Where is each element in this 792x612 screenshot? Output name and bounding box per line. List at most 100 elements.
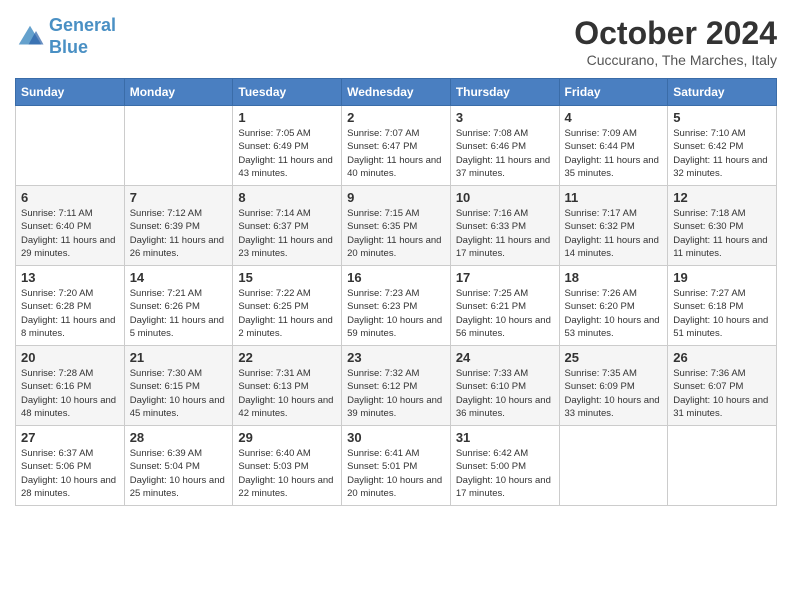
calendar-cell: 29 Sunrise: 6:40 AM Sunset: 5:03 PM Dayli…: [233, 426, 342, 506]
calendar-cell: 12Sunrise: 7:18 AM Sunset: 6:30 PM Dayli…: [668, 186, 777, 266]
calendar-cell: 25 Sunrise: 7:35 AM Sunset: 6:09 PM Dayli…: [559, 346, 668, 426]
calendar-cell: [16, 106, 125, 186]
day-number: 2: [347, 110, 445, 125]
calendar-cell: 9 Sunrise: 7:15 AM Sunset: 6:35 PM Daylig…: [342, 186, 451, 266]
day-number: 23: [347, 350, 445, 365]
day-number: 31: [456, 430, 554, 445]
day-info: Sunrise: 7:08 AM Sunset: 6:46 PM Dayligh…: [456, 127, 554, 180]
day-info: Sunrise: 7:21 AM Sunset: 6:26 PM Dayligh…: [130, 287, 228, 340]
day-number: 4: [565, 110, 663, 125]
day-info: Sunrise: 7:10 AM Sunset: 6:42 PM Dayligh…: [673, 127, 771, 180]
day-info: Sunrise: 6:42 AM Sunset: 5:00 PM Dayligh…: [456, 447, 554, 500]
calendar-cell: 11 Sunrise: 7:17 AM Sunset: 6:32 PM Dayli…: [559, 186, 668, 266]
day-number: 7: [130, 190, 228, 205]
calendar-cell: 1 Sunrise: 7:05 AM Sunset: 6:49 PM Daylig…: [233, 106, 342, 186]
month-title: October 2024: [574, 15, 777, 52]
day-number: 25: [565, 350, 663, 365]
day-info: Sunrise: 7:18 AM Sunset: 6:30 PM Dayligh…: [673, 207, 771, 260]
day-info: Sunrise: 7:33 AM Sunset: 6:10 PM Dayligh…: [456, 367, 554, 420]
column-header-saturday: Saturday: [668, 79, 777, 106]
day-number: 8: [238, 190, 336, 205]
day-number: 27: [21, 430, 119, 445]
calendar-cell: 24 Sunrise: 7:33 AM Sunset: 6:10 PM Dayli…: [450, 346, 559, 426]
calendar-cell: [559, 426, 668, 506]
calendar-cell: 14Sunrise: 7:21 AM Sunset: 6:26 PM Dayli…: [124, 266, 233, 346]
day-number: 17: [456, 270, 554, 285]
title-block: October 2024 Cuccurano, The Marches, Ita…: [574, 15, 777, 68]
day-number: 26: [673, 350, 771, 365]
day-number: 24: [456, 350, 554, 365]
day-info: Sunrise: 7:22 AM Sunset: 6:25 PM Dayligh…: [238, 287, 336, 340]
calendar-cell: 27 Sunrise: 6:37 AM Sunset: 5:06 PM Dayli…: [16, 426, 125, 506]
column-header-monday: Monday: [124, 79, 233, 106]
calendar-cell: [124, 106, 233, 186]
calendar-header: SundayMondayTuesdayWednesdayThursdayFrid…: [16, 79, 777, 106]
calendar-cell: 2 Sunrise: 7:07 AM Sunset: 6:47 PM Daylig…: [342, 106, 451, 186]
day-number: 20: [21, 350, 119, 365]
day-info: Sunrise: 7:23 AM Sunset: 6:23 PM Dayligh…: [347, 287, 445, 340]
day-number: 15: [238, 270, 336, 285]
column-header-friday: Friday: [559, 79, 668, 106]
calendar-cell: 3Sunrise: 7:08 AM Sunset: 6:46 PM Daylig…: [450, 106, 559, 186]
calendar-cell: 10 Sunrise: 7:16 AM Sunset: 6:33 PM Dayli…: [450, 186, 559, 266]
calendar-week-2: 6Sunrise: 7:11 AM Sunset: 6:40 PM Daylig…: [16, 186, 777, 266]
location-subtitle: Cuccurano, The Marches, Italy: [574, 52, 777, 68]
day-info: Sunrise: 7:26 AM Sunset: 6:20 PM Dayligh…: [565, 287, 663, 340]
day-info: Sunrise: 6:39 AM Sunset: 5:04 PM Dayligh…: [130, 447, 228, 500]
column-header-tuesday: Tuesday: [233, 79, 342, 106]
calendar-cell: 4Sunrise: 7:09 AM Sunset: 6:44 PM Daylig…: [559, 106, 668, 186]
calendar-cell: 21Sunrise: 7:30 AM Sunset: 6:15 PM Dayli…: [124, 346, 233, 426]
day-number: 30: [347, 430, 445, 445]
calendar-cell: [668, 426, 777, 506]
calendar-week-5: 27 Sunrise: 6:37 AM Sunset: 5:06 PM Dayli…: [16, 426, 777, 506]
day-number: 11: [565, 190, 663, 205]
day-info: Sunrise: 7:17 AM Sunset: 6:32 PM Dayligh…: [565, 207, 663, 260]
day-info: Sunrise: 7:25 AM Sunset: 6:21 PM Dayligh…: [456, 287, 554, 340]
header-row: SundayMondayTuesdayWednesdayThursdayFrid…: [16, 79, 777, 106]
calendar-cell: 31 Sunrise: 6:42 AM Sunset: 5:00 PM Dayli…: [450, 426, 559, 506]
day-number: 9: [347, 190, 445, 205]
logo: General Blue: [15, 15, 116, 58]
day-info: Sunrise: 7:14 AM Sunset: 6:37 PM Dayligh…: [238, 207, 336, 260]
day-info: Sunrise: 7:12 AM Sunset: 6:39 PM Dayligh…: [130, 207, 228, 260]
day-info: Sunrise: 7:31 AM Sunset: 6:13 PM Dayligh…: [238, 367, 336, 420]
day-number: 22: [238, 350, 336, 365]
day-number: 18: [565, 270, 663, 285]
day-number: 21: [130, 350, 228, 365]
day-number: 29: [238, 430, 336, 445]
calendar-cell: 20 Sunrise: 7:28 AM Sunset: 6:16 PM Dayli…: [16, 346, 125, 426]
day-info: Sunrise: 6:37 AM Sunset: 5:06 PM Dayligh…: [21, 447, 119, 500]
calendar-week-3: 13Sunrise: 7:20 AM Sunset: 6:28 PM Dayli…: [16, 266, 777, 346]
calendar-week-4: 20 Sunrise: 7:28 AM Sunset: 6:16 PM Dayli…: [16, 346, 777, 426]
calendar-cell: 7 Sunrise: 7:12 AM Sunset: 6:39 PM Daylig…: [124, 186, 233, 266]
calendar-cell: 13Sunrise: 7:20 AM Sunset: 6:28 PM Dayli…: [16, 266, 125, 346]
calendar-cell: 5Sunrise: 7:10 AM Sunset: 6:42 PM Daylig…: [668, 106, 777, 186]
calendar-cell: 19 Sunrise: 7:27 AM Sunset: 6:18 PM Dayli…: [668, 266, 777, 346]
column-header-thursday: Thursday: [450, 79, 559, 106]
calendar-cell: 22 Sunrise: 7:31 AM Sunset: 6:13 PM Dayli…: [233, 346, 342, 426]
day-info: Sunrise: 7:28 AM Sunset: 6:16 PM Dayligh…: [21, 367, 119, 420]
day-info: Sunrise: 7:15 AM Sunset: 6:35 PM Dayligh…: [347, 207, 445, 260]
day-info: Sunrise: 7:16 AM Sunset: 6:33 PM Dayligh…: [456, 207, 554, 260]
column-header-wednesday: Wednesday: [342, 79, 451, 106]
day-info: Sunrise: 7:27 AM Sunset: 6:18 PM Dayligh…: [673, 287, 771, 340]
day-info: Sunrise: 7:20 AM Sunset: 6:28 PM Dayligh…: [21, 287, 119, 340]
day-info: Sunrise: 6:41 AM Sunset: 5:01 PM Dayligh…: [347, 447, 445, 500]
day-number: 16: [347, 270, 445, 285]
day-info: Sunrise: 6:40 AM Sunset: 5:03 PM Dayligh…: [238, 447, 336, 500]
calendar-cell: 6Sunrise: 7:11 AM Sunset: 6:40 PM Daylig…: [16, 186, 125, 266]
page-header: General Blue October 2024 Cuccurano, The…: [15, 15, 777, 68]
day-info: Sunrise: 7:07 AM Sunset: 6:47 PM Dayligh…: [347, 127, 445, 180]
day-number: 10: [456, 190, 554, 205]
day-number: 19: [673, 270, 771, 285]
calendar-cell: 18 Sunrise: 7:26 AM Sunset: 6:20 PM Dayli…: [559, 266, 668, 346]
day-number: 6: [21, 190, 119, 205]
day-info: Sunrise: 7:36 AM Sunset: 6:07 PM Dayligh…: [673, 367, 771, 420]
calendar-cell: 17 Sunrise: 7:25 AM Sunset: 6:21 PM Dayli…: [450, 266, 559, 346]
calendar-cell: 16 Sunrise: 7:23 AM Sunset: 6:23 PM Dayli…: [342, 266, 451, 346]
day-info: Sunrise: 7:05 AM Sunset: 6:49 PM Dayligh…: [238, 127, 336, 180]
day-number: 1: [238, 110, 336, 125]
calendar-week-1: 1 Sunrise: 7:05 AM Sunset: 6:49 PM Daylig…: [16, 106, 777, 186]
calendar-table: SundayMondayTuesdayWednesdayThursdayFrid…: [15, 78, 777, 506]
day-info: Sunrise: 7:35 AM Sunset: 6:09 PM Dayligh…: [565, 367, 663, 420]
